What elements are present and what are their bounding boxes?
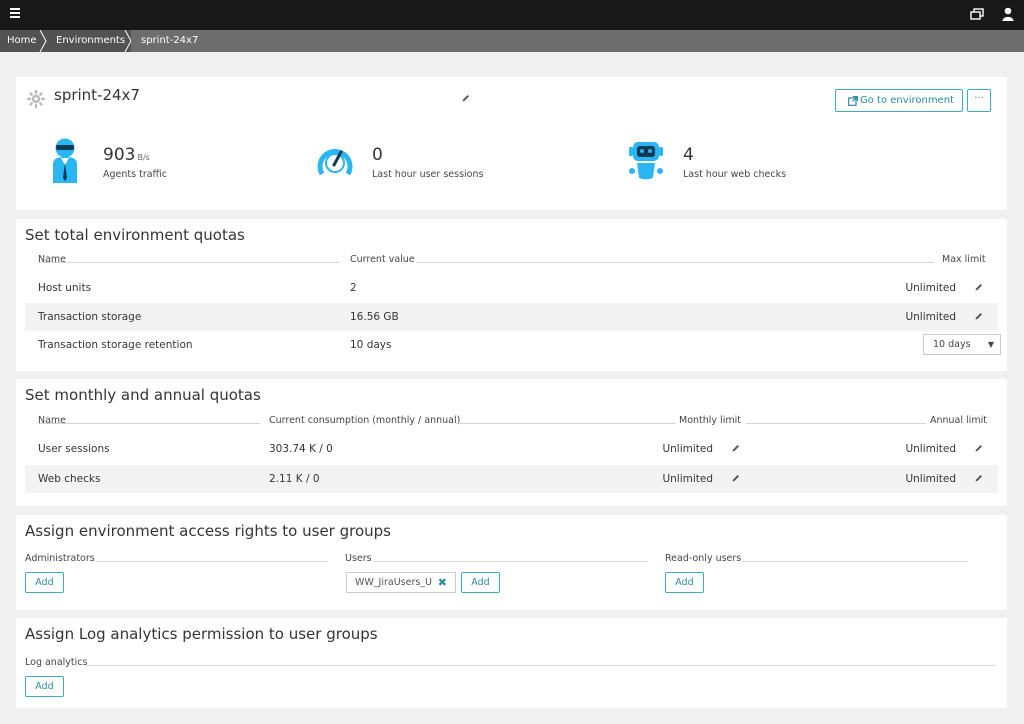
column-header-consumption: Current consumption (monthly / annual) [269,415,461,426]
hamburger-menu-icon[interactable] [10,8,20,20]
users-label: Users [345,553,372,564]
table-row: Transaction storage 16.56 GB Unlimited [25,303,998,331]
breadcrumb-separator-icon [39,30,47,52]
quota-name: Transaction storage [38,311,142,323]
environment-gear-icon [27,90,45,108]
user-group-tag-label: WW_JiraUsers_U [355,577,433,588]
agents-traffic-value: 903 B/s [103,145,150,165]
quota-value: 16.56 GB [350,311,399,323]
edit-pencil-icon[interactable] [732,474,740,482]
edit-pencil-icon[interactable] [975,444,983,452]
quota-name: Web checks [38,473,101,485]
edit-pencil-icon[interactable] [975,312,983,320]
edit-name-pencil-icon[interactable] [462,94,470,102]
external-link-icon [848,96,858,106]
quota-name: Transaction storage retention [38,339,193,351]
quota-value: 10 days [350,339,392,351]
column-header-monthly-limit: Monthly limit [679,415,741,426]
log-analytics-title: Assign Log analytics permission to user … [25,625,378,643]
add-users-button[interactable]: Add [461,572,500,593]
agent-icon [53,138,77,183]
log-analytics-card: Assign Log analytics permission to user … [16,618,1007,708]
go-to-environment-button[interactable]: Go to environment [835,89,963,112]
monthly-quotas-title: Set monthly and annual quotas [25,386,261,404]
quota-limit: Unlimited [905,311,956,323]
column-header-current-value: Current value [350,254,415,265]
annual-limit: Unlimited [905,443,956,455]
quota-name: Host units [38,282,92,294]
retention-select-value: 10 days [933,339,971,350]
total-quotas-card: Set total environment quotas Name Curren… [16,219,1007,371]
table-row: Host units 2 Unlimited [25,274,998,302]
quota-consumption: 2.11 K / 0 [269,473,320,485]
agents-traffic-label: Agents traffic [103,169,167,180]
table-row: User sessions 303.74 K / 0 Unlimited Unl… [25,435,998,463]
breadcrumb: Home Environments sprint-24x7 [0,30,1024,52]
retention-select[interactable]: 10 days ▼ [923,334,1001,355]
edit-pencil-icon[interactable] [732,444,740,452]
user-group-tag: WW_JiraUsers_U ✖ [346,572,456,593]
breadcrumb-current-label: sprint-24x7 [141,35,199,46]
go-to-environment-label: Go to environment [860,95,954,106]
environment-name: sprint-24x7 [54,86,140,104]
user-sessions-label: Last hour user sessions [372,169,484,180]
agents-traffic-number: 903 [103,145,136,165]
monthly-quotas-card: Set monthly and annual quotas Name Curre… [16,379,1007,506]
column-header-name: Name [38,415,67,426]
user-sessions-value: 0 [372,145,383,165]
agents-traffic-unit: B/s [137,153,150,162]
add-read-only-users-button[interactable]: Add [665,572,704,593]
quota-name: User sessions [38,443,110,455]
more-options-button[interactable]: ··· [967,89,991,112]
column-header-name: Name [38,254,67,265]
quota-consumption: 303.74 K / 0 [269,443,333,455]
administrators-label: Administrators [25,553,95,564]
column-header-max-limit: Max limit [942,254,986,265]
top-bar [0,0,1024,30]
breadcrumb-home[interactable]: Home [7,30,37,52]
web-checks-label: Last hour web checks [683,169,787,180]
edit-pencil-icon[interactable] [975,283,983,291]
robot-icon [629,142,663,180]
add-administrators-button[interactable]: Add [25,572,64,593]
web-checks-value: 4 [683,145,694,165]
user-icon[interactable] [1002,7,1014,21]
total-quotas-title: Set total environment quotas [25,226,245,244]
breadcrumb-environments[interactable]: Environments [56,30,125,52]
quota-limit: Unlimited [905,282,956,294]
environment-summary-card: sprint-24x7 Go to environment ··· 903 B/s… [16,77,1007,210]
edit-pencil-icon[interactable] [975,474,983,482]
access-rights-title: Assign environment access rights to user… [25,522,391,540]
windows-icon[interactable] [970,8,984,20]
remove-tag-icon[interactable]: ✖ [438,573,447,592]
read-only-users-label: Read-only users [665,553,742,564]
log-analytics-label: Log analytics [25,657,88,668]
monthly-limit: Unlimited [662,473,713,485]
dropdown-caret-icon: ▼ [987,340,994,349]
column-header-annual-limit: Annual limit [930,415,987,426]
breadcrumb-current: sprint-24x7 [131,30,1024,52]
monthly-limit: Unlimited [662,443,713,455]
speedometer-icon [317,149,353,176]
quota-value: 2 [350,282,357,294]
table-row: Web checks 2.11 K / 0 Unlimited Unlimite… [25,465,998,493]
annual-limit: Unlimited [905,473,956,485]
table-row: Transaction storage retention 10 days 10… [25,331,1001,359]
access-rights-card: Assign environment access rights to user… [16,515,1007,610]
add-log-analytics-button[interactable]: Add [25,676,64,697]
